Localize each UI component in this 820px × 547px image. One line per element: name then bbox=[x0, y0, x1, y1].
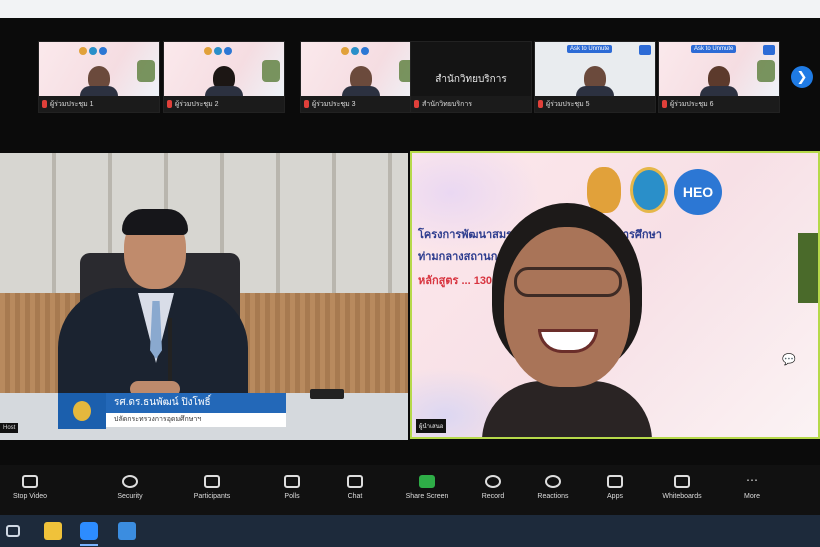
speaker-title: ปลัดกระทรวงการอุดมศึกษาฯ bbox=[106, 413, 286, 427]
reactions-button[interactable]: Reactions bbox=[523, 475, 583, 500]
presenter-glasses bbox=[514, 267, 622, 297]
toolbar-label: Polls bbox=[284, 493, 300, 500]
zoom-app-icon[interactable] bbox=[80, 522, 98, 540]
ministry-seal-icon bbox=[58, 393, 106, 429]
participant-thumbnail[interactable]: Ask to Unmute ผู้ร่วมประชุม 5 bbox=[534, 41, 656, 113]
speaker-name: รศ.ดร.ธนพัฒน์ ปิงโพธิ์ bbox=[106, 393, 286, 413]
toolbar-label: Chat bbox=[347, 493, 363, 500]
whiteboards-button[interactable]: Whiteboards bbox=[652, 475, 712, 500]
participant-thumbnail[interactable]: สำนักวิทยบริการ สำนักวิทยบริการ bbox=[410, 41, 532, 113]
participant-thumbnail[interactable]: ผู้ร่วมประชุม 2 bbox=[163, 41, 285, 113]
participant-name: สำนักวิทยบริการ bbox=[422, 100, 473, 108]
plant-decoration bbox=[137, 60, 155, 82]
window-top-bar bbox=[0, 0, 820, 19]
participant-name: ผู้ร่วมประชุม 2 bbox=[175, 100, 219, 108]
tile-name-label: Host bbox=[0, 423, 19, 433]
name-bar: ผู้ร่วมประชุม 2 bbox=[164, 96, 284, 112]
participants-icon bbox=[204, 475, 220, 488]
toolbar-label: Participants bbox=[193, 493, 231, 500]
heo-logo-icon: HEO bbox=[674, 169, 722, 215]
name-bar: สำนักวิทยบริการ bbox=[411, 96, 531, 112]
video-camera-icon bbox=[22, 475, 38, 488]
chevron-right-icon[interactable]: ❯ bbox=[791, 66, 813, 88]
chat-icon bbox=[347, 475, 363, 488]
file-explorer-icon[interactable] bbox=[44, 522, 62, 540]
plant-decoration bbox=[262, 60, 280, 82]
speaker-video-right-active[interactable]: HEO โครงการพัฒนาสมรรถนะของบุคลากรทางการศ… bbox=[410, 151, 820, 439]
participant-name: ผู้ร่วมประชุม 5 bbox=[546, 100, 590, 108]
ask-to-unmute-badge[interactable]: Ask to Unmute bbox=[691, 45, 737, 53]
whiteboard-icon bbox=[674, 475, 690, 488]
record-button[interactable]: Record bbox=[463, 475, 523, 500]
logo-row bbox=[341, 47, 369, 55]
windows-store-icon[interactable] bbox=[118, 522, 136, 540]
participant-thumbnail[interactable]: ผู้ร่วมประชุม 3 bbox=[300, 41, 422, 113]
ask-to-unmute-badge[interactable]: Ask to Unmute bbox=[567, 45, 613, 53]
logo-row bbox=[79, 47, 107, 55]
chat-bubble-logo-icon: 💬 bbox=[782, 354, 796, 366]
mic-muted-icon bbox=[304, 100, 309, 108]
mic-muted-icon bbox=[662, 100, 667, 108]
participants-button[interactable]: Participants bbox=[182, 475, 242, 500]
security-button[interactable]: Security bbox=[100, 475, 160, 500]
more-options-icon[interactable] bbox=[639, 45, 651, 55]
participant-thumbnail[interactable]: Ask to Unmute ผู้ร่วมประชุม 6 bbox=[658, 41, 780, 113]
participant-name: ผู้ร่วมประชุม 1 bbox=[50, 100, 94, 108]
plant-decoration bbox=[757, 60, 775, 82]
slide-title-line: หลักสูตร ... 130 bbox=[418, 275, 493, 287]
mic-muted-icon bbox=[42, 100, 47, 108]
shield-icon bbox=[122, 475, 138, 488]
polls-button[interactable]: Polls bbox=[262, 475, 322, 500]
speaker-video-left[interactable]: รศ.ดร.ธนพัฒน์ ปิงโพธิ์ ปลัดกระทรวงการอุด… bbox=[0, 153, 408, 440]
name-bar: ผู้ร่วมประชุม 5 bbox=[535, 96, 655, 112]
reactions-icon bbox=[545, 475, 561, 488]
mic-muted-icon bbox=[538, 100, 543, 108]
os-taskbar bbox=[0, 515, 820, 547]
toolbar-label: Record bbox=[481, 493, 505, 500]
toolbar-label: Whiteboards bbox=[662, 493, 702, 500]
ministry-logo-icon bbox=[630, 167, 668, 213]
toolbar-label: Stop Video bbox=[12, 493, 48, 500]
apps-button[interactable]: Apps bbox=[585, 475, 645, 500]
participant-name-center: สำนักวิทยบริการ bbox=[435, 74, 507, 85]
record-icon bbox=[485, 475, 501, 488]
stop-video-button[interactable]: Stop Video bbox=[0, 475, 60, 500]
presenter-face bbox=[504, 227, 630, 387]
participant-name: ผู้ร่วมประชุม 6 bbox=[670, 100, 714, 108]
share-screen-icon bbox=[419, 475, 435, 488]
plant-decoration bbox=[798, 233, 818, 303]
participant-name: ผู้ร่วมประชุม 3 bbox=[312, 100, 356, 108]
more-icon: ⋯ bbox=[746, 473, 758, 487]
device-on-desk bbox=[310, 389, 344, 399]
toolbar-label: Apps bbox=[607, 493, 623, 500]
mic-muted-icon bbox=[167, 100, 172, 108]
mic-muted-icon bbox=[414, 100, 419, 108]
more-options-icon[interactable] bbox=[763, 45, 775, 55]
polls-icon bbox=[284, 475, 300, 488]
name-bar: ผู้ร่วมประชุม 3 bbox=[301, 96, 421, 112]
toolbar-label: Reactions bbox=[537, 493, 569, 500]
more-button[interactable]: ⋯ More bbox=[722, 473, 782, 500]
name-lower-third: รศ.ดร.ธนพัฒน์ ปิงโพธิ์ ปลัดกระทรวงการอุด… bbox=[58, 393, 286, 429]
name-bar: ผู้ร่วมประชุม 1 bbox=[39, 96, 159, 112]
apps-icon bbox=[607, 475, 623, 488]
logo-row bbox=[204, 47, 232, 55]
task-view-icon[interactable] bbox=[6, 525, 20, 537]
meeting-toolbar: Stop Video Security Participants Polls C… bbox=[0, 465, 820, 515]
tile-name-label: ผู้นำเสนอ bbox=[416, 419, 447, 433]
chat-button[interactable]: Chat bbox=[325, 475, 385, 500]
active-app-indicator bbox=[80, 544, 98, 546]
name-bar: ผู้ร่วมประชุม 6 bbox=[659, 96, 779, 112]
participant-thumbnail[interactable]: ผู้ร่วมประชุม 1 bbox=[38, 41, 160, 113]
toolbar-label: Share Screen bbox=[405, 493, 449, 500]
crest-logo-icon bbox=[587, 167, 621, 213]
speaker-hair bbox=[122, 209, 188, 235]
toolbar-label: More bbox=[744, 493, 760, 500]
toolbar-label: Security bbox=[117, 493, 143, 500]
share-screen-button[interactable]: Share Screen bbox=[397, 475, 457, 500]
